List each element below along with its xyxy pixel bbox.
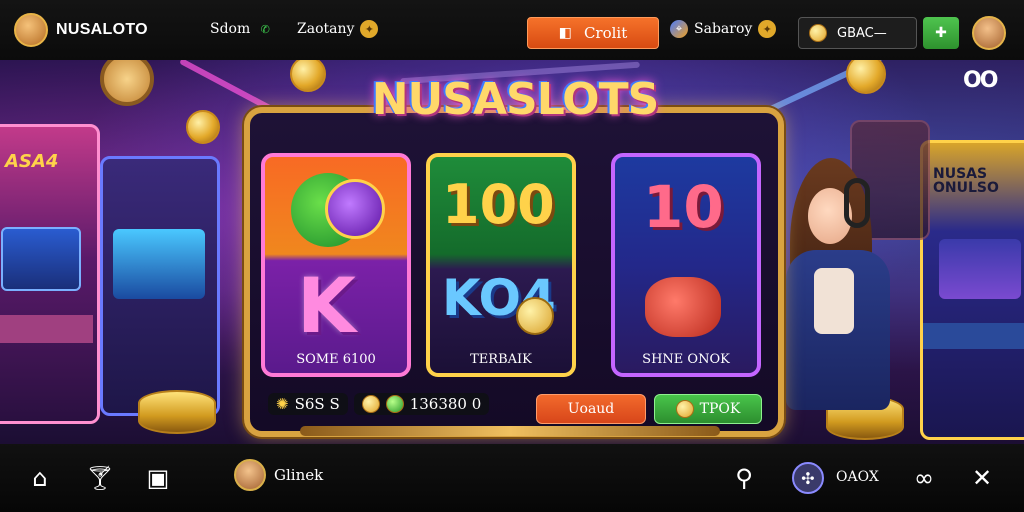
credit-button[interactable]: ◧ Crolit — [527, 17, 659, 49]
wallet-icon: ◧ — [558, 25, 572, 41]
stat-value: 136380 0 — [409, 395, 482, 413]
top-button-label: TPOK — [699, 401, 741, 417]
bomb-icon — [325, 179, 385, 239]
brand-name[interactable]: NUSALOTO — [56, 21, 148, 39]
account-label: Sabaroy — [694, 21, 753, 37]
game-tile-label: TERBAIK — [470, 352, 532, 367]
close-icon[interactable]: ✕ — [964, 460, 1000, 496]
game-tile-1[interactable]: K SOME 6100 — [261, 153, 411, 377]
nav-link-sdom[interactable]: Sdom ✆ — [210, 20, 274, 38]
nav-link-label: Zaotany — [297, 21, 355, 37]
nav-link-zaotany[interactable]: Zaotany ✦ — [297, 20, 379, 38]
arcade-machine-left-2 — [100, 156, 220, 416]
arcade-screen — [1, 227, 81, 291]
cocktail-icon[interactable]: 🍸︎ — [82, 460, 118, 496]
top-navigation-bar: NUSALOTO Sdom ✆ Zaotany ✦ ◧ Crolit ⌖ Sab… — [0, 0, 1024, 60]
coin-decoration — [290, 60, 326, 92]
stat-pill: ✺ S6S S — [268, 393, 348, 415]
jackpot-stats: ✺ S6S S 136380 0 — [268, 393, 490, 415]
load-button[interactable]: Uoaud — [536, 394, 646, 424]
game-tile-label: SHNE ONOK — [642, 352, 730, 367]
plus-icon: ✚ — [935, 25, 947, 41]
coin-icon — [516, 297, 554, 335]
network-icon[interactable]: ✣ — [790, 460, 826, 496]
top-button[interactable]: TPOK — [654, 394, 762, 424]
infinity-icon[interactable]: ∞ — [906, 460, 942, 496]
coin-decoration — [846, 60, 886, 94]
user-label: Glinek — [274, 466, 324, 484]
brand-logo-avatar[interactable] — [14, 13, 48, 47]
arcade-marquee-text: ASA4 — [5, 151, 59, 172]
tile-art-number: 100 — [442, 173, 555, 236]
phone-icon: ✆ — [260, 22, 270, 36]
nav-right-label[interactable]: OAOX — [836, 469, 879, 485]
game-tile-3[interactable]: 10 SHNE ONOK — [611, 153, 761, 377]
arcade-screen — [939, 239, 1021, 299]
stat-value: S6S S — [294, 395, 340, 413]
account-link[interactable]: ⌖ Sabaroy ✦ — [670, 20, 777, 38]
screen-icon[interactable]: ▣ — [140, 460, 176, 496]
avatar — [234, 459, 266, 491]
coin-icon: ✦ — [758, 20, 777, 38]
monster-icon — [645, 277, 721, 337]
star-coin-icon: ✦ — [360, 20, 379, 38]
nav-link-label: Sdom — [210, 21, 251, 37]
coin-icon — [675, 400, 694, 418]
arcade-marquee-text: NUSAS ONULSO — [933, 166, 999, 196]
tile-art-letter: K — [297, 261, 356, 350]
headphones-icon — [844, 178, 870, 228]
arcade-control-panel — [0, 315, 93, 343]
home-icon[interactable]: ⌂ — [22, 460, 58, 496]
chart-icon[interactable]: ⚲ — [726, 460, 762, 496]
coin-icon — [809, 24, 827, 42]
arcade-screen — [113, 229, 205, 299]
arcade-machine-left: ASA4 — [0, 124, 100, 424]
coin-stack — [138, 390, 216, 434]
profile-avatar[interactable] — [972, 16, 1006, 50]
panel-rim — [300, 426, 720, 436]
credit-label: Crolit — [583, 24, 628, 42]
hero-title: NUSASLOTS — [371, 74, 660, 125]
coin-icon — [385, 395, 404, 413]
coin-icon — [361, 395, 380, 413]
balance-display[interactable]: GBAC— — [798, 17, 917, 49]
character-shirt — [814, 268, 854, 334]
deposit-button[interactable]: ✚ — [923, 17, 959, 49]
stat-pill: 136380 0 — [353, 393, 490, 415]
balance-label: GBAC— — [837, 25, 887, 41]
game-tile-2[interactable]: 100 KO4 TERBAIK — [426, 153, 576, 377]
clock-decoration — [100, 60, 154, 106]
tile-art-number: 10 — [643, 173, 724, 241]
game-tile-label: SOME 6100 — [296, 352, 376, 367]
target-icon: ✺ — [276, 395, 289, 413]
coin-decoration — [186, 110, 220, 144]
bottom-navigation-bar: ⌂ 🍸︎ ▣ Glinek ⚲ ✣ OAOX ∞ ✕ — [0, 444, 1024, 512]
compass-icon: ⌖ — [670, 20, 688, 38]
decorative-rings: OO — [963, 68, 998, 93]
user-nav-item[interactable]: Glinek — [234, 459, 323, 491]
arcade-machine-right: NUSAS ONULSO — [920, 140, 1024, 440]
arcade-control-panel — [923, 323, 1024, 349]
